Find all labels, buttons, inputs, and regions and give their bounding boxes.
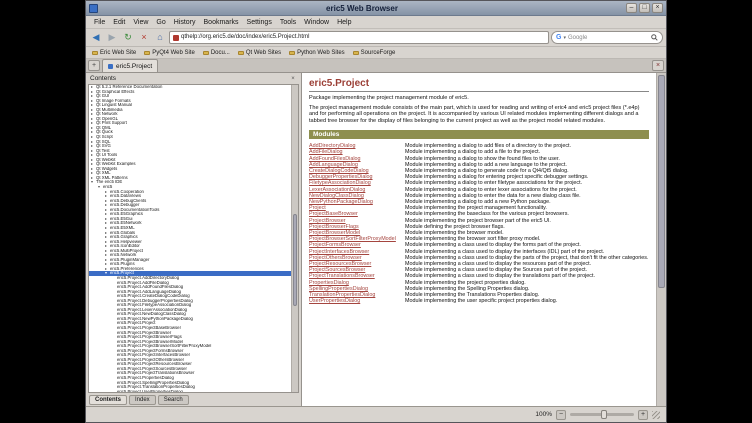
title-bar: eric5 Web Browser – □ × xyxy=(86,1,666,16)
module-row: UserPropertiesDialogModule implementing … xyxy=(309,298,649,304)
tab-favicon-icon xyxy=(108,64,113,69)
url-bar[interactable]: qthelp://org.eric5.de/doc/index/eric5.Pr… xyxy=(169,31,549,44)
page-summary: Package implementing the project managem… xyxy=(309,95,649,101)
bookmark-item[interactable]: Qt Web Sites xyxy=(238,50,281,56)
modules-table: AddDirectoryDialogModule implementing a … xyxy=(309,143,649,304)
folder-icon xyxy=(289,51,295,55)
app-icon xyxy=(89,4,98,13)
tab-bar: + eric5.Project × xyxy=(86,59,666,73)
contents-sidebar: Contents × ▸Qt 5.2.1 Reference Documenta… xyxy=(86,73,302,406)
tab-eric5-project[interactable]: eric5.Project xyxy=(102,59,158,72)
home-button[interactable]: ⌂ xyxy=(153,31,167,44)
search-engine-label: Google xyxy=(568,35,649,41)
bookmark-item[interactable]: Docu... xyxy=(203,50,230,56)
zoom-percent-label: 100% xyxy=(535,411,552,418)
tab-label: eric5.Project xyxy=(116,63,152,70)
page-description: The project management module consists o… xyxy=(309,105,649,124)
folder-icon xyxy=(203,51,209,55)
menu-window[interactable]: Window xyxy=(300,19,333,26)
minimize-button[interactable]: – xyxy=(626,3,637,13)
menu-view[interactable]: View xyxy=(129,19,152,26)
folder-icon xyxy=(92,51,98,55)
contents-tree: ▸Qt 5.2.1 Reference Documentation▸Qt Gra… xyxy=(89,85,291,392)
divider xyxy=(309,91,649,92)
dock-header: Contents × xyxy=(86,73,301,84)
page-title: eric5.Project xyxy=(309,78,649,89)
bookmark-label: Docu... xyxy=(211,50,230,56)
bookmark-label: Python Web Sites xyxy=(297,50,345,56)
contents-tree-panel: ▸Qt 5.2.1 Reference Documentation▸Qt Gra… xyxy=(88,84,299,393)
bookmarks-bar: Eric Web Site PyQt4 Web Site Docu... Qt Web… xyxy=(86,47,666,59)
documentation-page: eric5.Project Package implementing the p… xyxy=(302,73,656,406)
chevron-down-icon[interactable]: ▾ xyxy=(563,35,566,41)
folder-icon xyxy=(238,51,244,55)
menu-bookmarks[interactable]: Bookmarks xyxy=(200,19,243,26)
sidebar-scrollbar[interactable] xyxy=(291,85,298,392)
bookmark-item[interactable]: Python Web Sites xyxy=(289,50,345,56)
url-text: qthelp://org.eric5.de/doc/index/eric5.Pr… xyxy=(181,32,309,43)
stop-button[interactable]: × xyxy=(137,31,151,44)
reload-button[interactable]: ↻ xyxy=(121,31,135,44)
folder-icon xyxy=(353,51,359,55)
menu-history[interactable]: History xyxy=(170,19,200,26)
main-area: Contents × ▸Qt 5.2.1 Reference Documenta… xyxy=(86,73,666,406)
sidebar-scrollbar-thumb[interactable] xyxy=(293,214,297,306)
bookmark-label: SourceForge xyxy=(361,50,396,56)
folder-icon xyxy=(144,51,150,55)
bookmark-item[interactable]: PyQt4 Web Site xyxy=(144,50,195,56)
zoom-out-button[interactable]: − xyxy=(556,410,566,420)
browser-content: eric5.Project Package implementing the p… xyxy=(302,73,666,406)
google-icon: G xyxy=(556,34,561,41)
new-tab-button[interactable]: + xyxy=(88,60,100,71)
modules-section-header: Modules xyxy=(309,130,649,139)
resize-grip[interactable] xyxy=(652,411,660,419)
close-tab-button[interactable]: × xyxy=(652,60,664,71)
menu-go[interactable]: Go xyxy=(152,19,169,26)
zoom-in-button[interactable]: + xyxy=(638,410,648,420)
bookmark-label: Eric Web Site xyxy=(100,50,136,56)
dock-close-icon[interactable]: × xyxy=(289,76,297,82)
navigation-toolbar: ◀ ▶ ↻ × ⌂ qthelp://org.eric5.de/doc/inde… xyxy=(86,29,666,47)
module-description: Module implementing the user specific pr… xyxy=(405,298,649,304)
dock-title: Contents xyxy=(90,75,116,82)
sidebar-tab-index[interactable]: Index xyxy=(129,395,156,405)
zoom-slider-handle[interactable] xyxy=(601,410,607,419)
tree-item[interactable]: eric5.Project.UserPropertiesDialog xyxy=(89,390,291,392)
menu-tools[interactable]: Tools xyxy=(276,19,300,26)
back-button[interactable]: ◀ xyxy=(89,31,103,44)
sidebar-tab-contents[interactable]: Contents xyxy=(89,395,127,405)
maximize-button[interactable]: □ xyxy=(639,3,650,13)
menu-file[interactable]: File xyxy=(90,19,109,26)
close-button[interactable]: × xyxy=(652,3,663,13)
module-link[interactable]: UserPropertiesDialog xyxy=(309,298,405,304)
sidebar-tab-search[interactable]: Search xyxy=(158,395,189,405)
forward-button[interactable]: ▶ xyxy=(105,31,119,44)
menu-edit[interactable]: Edit xyxy=(109,19,129,26)
content-scrollbar[interactable] xyxy=(656,73,666,406)
menu-settings[interactable]: Settings xyxy=(243,19,276,26)
bookmark-label: PyQt4 Web Site xyxy=(152,50,195,56)
bookmark-item[interactable]: SourceForge xyxy=(353,50,396,56)
tree-item-label: eric5.Project.UserPropertiesDialog xyxy=(117,390,183,392)
status-bar: 100% − + xyxy=(86,406,666,422)
window-title: eric5 Web Browser xyxy=(100,4,624,13)
app-window: eric5 Web Browser – □ × FileEditViewGoHi… xyxy=(85,0,667,423)
page-favicon-icon xyxy=(173,35,179,41)
menu-help[interactable]: Help xyxy=(333,19,355,26)
menubar: FileEditViewGoHistoryBookmarksSettingsTo… xyxy=(86,16,666,29)
sidebar-bottom-tabs: ContentsIndexSearch xyxy=(86,393,301,406)
bookmark-item[interactable]: Eric Web Site xyxy=(92,50,136,56)
content-scrollbar-thumb[interactable] xyxy=(658,75,665,288)
zoom-slider[interactable] xyxy=(570,413,634,416)
bookmark-label: Qt Web Sites xyxy=(246,50,281,56)
search-icon xyxy=(651,34,658,41)
web-search-input[interactable]: G ▾ Google xyxy=(551,31,663,44)
